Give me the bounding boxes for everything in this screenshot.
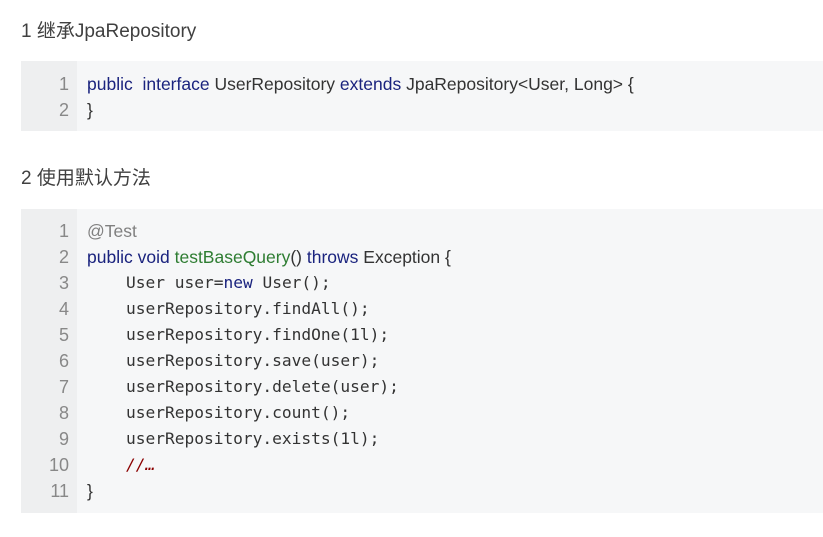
code-line: 2}: [21, 97, 823, 123]
line-number: 8: [58, 403, 69, 423]
code-line: 8 userRepository.count();: [21, 400, 823, 426]
code-line: 2 public void testBaseQuery() throws Exce…: [21, 244, 823, 270]
line-number: 6: [58, 351, 69, 371]
code-text: }: [87, 97, 93, 123]
line-number: 1: [58, 221, 69, 241]
code-line: 7 userRepository.delete(user);: [21, 374, 823, 400]
code-line: 1 @Test: [21, 218, 823, 244]
code-token: }: [87, 481, 93, 501]
line-number: 2: [58, 247, 69, 267]
code-token: void: [137, 247, 170, 267]
code-token: JpaRepository<User, Long> {: [401, 74, 634, 94]
code-token: User user=: [87, 273, 224, 292]
section-heading-jpa-repository: 1 继承JpaRepository: [21, 21, 197, 42]
code-line: 10 //…: [21, 452, 823, 478]
code-token: UserRepository: [209, 74, 340, 94]
code-token: public: [87, 74, 133, 94]
section-heading-default-methods: 2 使用默认方法: [21, 168, 151, 189]
code-line: 9 userRepository.exists(1l);: [21, 426, 823, 452]
code-token: userRepository.count();: [87, 403, 351, 422]
code-token: public: [87, 247, 133, 267]
code-block-repository-interface: 1 public interface UserRepository extends…: [21, 61, 823, 131]
line-number: 9: [58, 429, 69, 449]
code-text: userRepository.save(user);: [87, 348, 379, 374]
code-text: userRepository.findOne(1l);: [87, 322, 389, 348]
code-text: //…: [87, 452, 155, 478]
code-token: Exception {: [358, 247, 451, 267]
code-block-test-method: 1 @Test 2 public void testBaseQuery() throw…: [21, 209, 823, 513]
code-token: new: [223, 273, 253, 292]
code-token: }: [87, 100, 93, 120]
line-number: 4: [58, 299, 69, 319]
line-number: 2: [58, 100, 69, 120]
line-number: 3: [58, 273, 69, 293]
code-text: userRepository.count();: [87, 400, 350, 426]
code-text: }: [87, 478, 93, 504]
code-token: //…: [125, 455, 156, 474]
code-text: userRepository.exists(1l);: [87, 426, 379, 452]
code-token: throws: [306, 247, 359, 267]
code-token: testBaseQuery: [174, 247, 291, 267]
code-token: userRepository.findOne(1l);: [87, 325, 390, 344]
code-token: extends: [339, 74, 402, 94]
code-text: User user=new User();: [87, 270, 331, 296]
code-line: 1 public interface UserRepository extends…: [21, 71, 823, 97]
code-token: User();: [252, 273, 331, 292]
code-text: public interface UserRepository extends …: [87, 71, 634, 97]
line-number: 5: [58, 325, 69, 345]
code-token: @Test: [87, 221, 137, 241]
code-token: userRepository.exists(1l);: [87, 429, 380, 448]
code-line: 6 userRepository.save(user);: [21, 348, 823, 374]
code-token: userRepository.delete(user);: [87, 377, 399, 396]
code-line: 3 User user=new User();: [21, 270, 823, 296]
line-number: 10: [48, 455, 69, 475]
code-token: (): [290, 247, 307, 267]
line-number: 11: [50, 481, 69, 501]
code-line: 11}: [21, 478, 823, 504]
line-number: 1: [58, 74, 69, 94]
code-text: userRepository.delete(user);: [87, 374, 399, 400]
code-line: 5 userRepository.findOne(1l);: [21, 322, 823, 348]
code-line: 4 userRepository.findAll();: [21, 296, 823, 322]
line-number: 7: [58, 377, 69, 397]
code-token: userRepository.findAll();: [87, 299, 370, 318]
code-text: userRepository.findAll();: [87, 296, 370, 322]
code-token: interface: [142, 74, 210, 94]
code-text: public void testBaseQuery() throws Excep…: [87, 244, 451, 270]
code-token: userRepository.save(user);: [87, 351, 380, 370]
code-text: @Test: [87, 218, 137, 244]
